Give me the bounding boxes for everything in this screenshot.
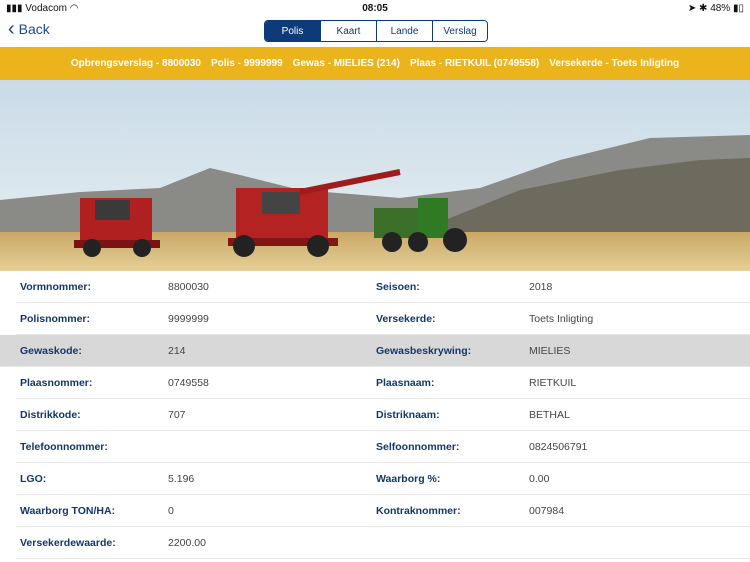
field-value: MIELIES xyxy=(529,344,571,357)
detail-row: LGO: 5.196 Waarborg %: 0.00 xyxy=(16,463,750,495)
status-bar: ▮▮▮ Vodacom ◠ 08:05 ➤ ✱ 48% ▮▯ xyxy=(0,0,750,16)
field-value: 707 xyxy=(168,408,186,421)
field-value: 007984 xyxy=(529,504,565,517)
summary-banner: Opbrengsverslag - 8800030 Polis - 999999… xyxy=(0,47,750,80)
detail-row: Vormnommer: 8800030 Seisoen: 2018 xyxy=(16,271,750,303)
detail-row: Versekerdewaarde: 2200.00 xyxy=(16,527,750,559)
field-value: 0749558 xyxy=(168,376,209,389)
field-value: 0824506791 xyxy=(529,440,588,453)
field-label: Vormnommer: xyxy=(20,280,91,293)
chevron-left-icon: ‹ xyxy=(8,18,15,40)
harvest-illustration xyxy=(0,80,750,271)
field-value: 2200.00 xyxy=(168,536,206,549)
field-value: RIETKUIL xyxy=(529,376,577,389)
field-label: Plaasnommer: xyxy=(20,376,93,389)
banner-item: Plaas - RIETKUIL (0749558) xyxy=(409,58,540,69)
field-label: Waarborg %: xyxy=(376,472,441,485)
field-label: Gewasbeskrywing: xyxy=(376,344,472,357)
detail-row: Gewaskode: 214 Gewasbeskrywing: MIELIES xyxy=(0,335,750,367)
field-value: 5.196 xyxy=(168,472,195,485)
field-label: Distriknaam: xyxy=(376,408,440,421)
banner-item: Polis - 9999999 xyxy=(210,58,283,69)
field-label: Telefoonnommer: xyxy=(20,440,108,453)
segmented-control: Polis Kaart Lande Verslag xyxy=(264,20,488,42)
field-value: Toets Inligting xyxy=(529,312,594,325)
field-label: Versekerdewaarde: xyxy=(20,536,116,549)
field-label: Distrikkode: xyxy=(20,408,81,421)
detail-row: Telefoonnommer: Selfoonnommer: 0824506791 xyxy=(16,431,750,463)
tab-verslag[interactable]: Verslag xyxy=(432,21,487,41)
field-value: 214 xyxy=(168,344,186,357)
field-label: Gewaskode: xyxy=(20,344,82,357)
detail-row: Waarborg TON/HA: 0 Kontraknommer: 007984 xyxy=(16,495,750,527)
detail-row: Distrikkode: 707 Distriknaam: BETHAL xyxy=(16,399,750,431)
field-value: 0.00 xyxy=(529,472,550,485)
field-value: BETHAL xyxy=(529,408,570,421)
field-label: LGO: xyxy=(20,472,47,485)
policy-details: Vormnommer: 8800030 Seisoen: 2018 Polisnomme… xyxy=(0,271,750,559)
tab-polis[interactable]: Polis xyxy=(265,21,320,41)
tab-kaart[interactable]: Kaart xyxy=(320,21,376,41)
field-value: 0 xyxy=(168,504,174,517)
field-label: Selfoonnommer: xyxy=(376,440,460,453)
field-label: Seisoen: xyxy=(376,280,420,293)
field-label: Polisnommer: xyxy=(20,312,91,325)
field-label: Plaasnaam: xyxy=(376,376,435,389)
banner-item: Gewas - MIELIES (214) xyxy=(292,58,400,69)
field-value: 2018 xyxy=(529,280,553,293)
detail-row: Plaasnommer: 0749558 Plaasnaam: RIETKUIL xyxy=(16,367,750,399)
field-value: 8800030 xyxy=(168,280,209,293)
field-label: Versekerde: xyxy=(376,312,436,325)
field-label: Waarborg TON/HA: xyxy=(20,504,116,517)
hero-image xyxy=(0,80,750,271)
field-label: Kontraknommer: xyxy=(376,504,461,517)
nav-bar: ‹ Back Polis Kaart Lande Verslag xyxy=(0,16,750,47)
field-value: 9999999 xyxy=(168,312,209,325)
clock: 08:05 xyxy=(362,2,388,14)
detail-row: Polisnommer: 9999999 Versekerde: Toets Inli… xyxy=(16,303,750,335)
back-button[interactable]: ‹ Back xyxy=(8,18,50,40)
banner-item: Versekerde - Toets Inligting xyxy=(549,58,680,69)
banner-item: Opbrengsverslag - 8800030 xyxy=(70,58,201,69)
tab-lande[interactable]: Lande xyxy=(376,21,432,41)
